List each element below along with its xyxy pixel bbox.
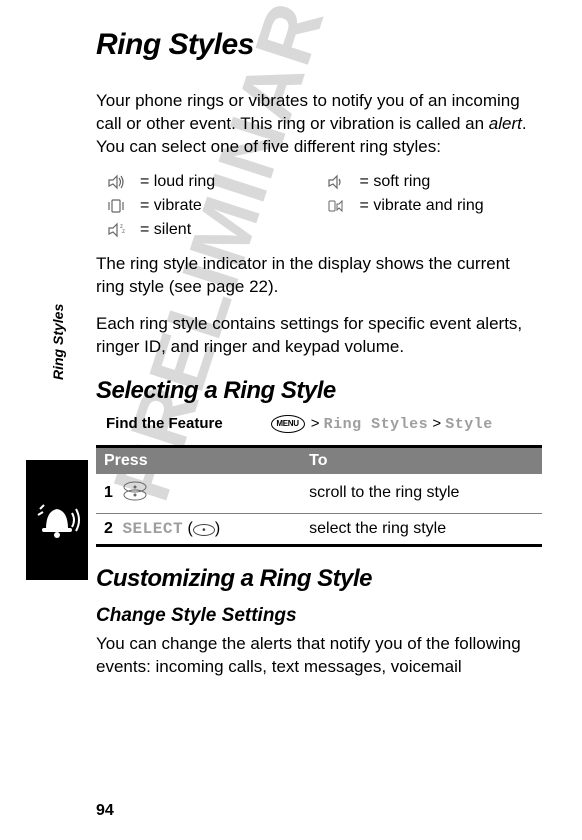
intro-lead: Your phone rings or vibrates to notify y… [96,91,520,133]
page-number: 94 [96,802,114,820]
menu-key-icon: MENU [271,415,305,433]
page-title: Ring Styles [96,28,542,62]
vibrate-label: = vibrate [140,197,274,215]
selecting-heading: Selecting a Ring Style [96,377,542,405]
svg-text:z: z [122,229,125,235]
vibrate-icon [106,197,126,215]
customizing-heading: Customizing a Ring Style [96,565,542,593]
intro-alert-word: alert [489,114,522,133]
ring-styles-grid: = loud ring = soft ring = vibrate = vibr… [106,173,542,239]
loud-ring-label: = loud ring [140,173,274,191]
step-number: 1 [104,484,118,502]
table-row: 1 scroll to the ring style [96,474,542,514]
silent-label: = silent [140,221,274,239]
path-style: Style [445,416,493,433]
col-to: To [301,446,542,474]
select-label: SELECT [122,520,183,538]
step-description: select the ring style [301,513,542,545]
side-tab-label: Ring Styles [50,304,66,380]
indicator-paragraph: The ring style indicator in the display … [96,253,542,299]
change-paragraph: You can change the alerts that notify yo… [96,633,542,679]
instruction-table: Press To 1 [96,445,542,547]
step-number: 2 [104,520,118,538]
silent-icon: zz [106,221,126,239]
main-content: Ring Styles Your phone rings or vibrates… [96,28,542,678]
change-settings-heading: Change Style Settings [96,605,542,627]
soft-ring-label: = soft ring [360,173,542,191]
soft-ring-icon [326,173,346,191]
path-sep-2: > [432,415,441,432]
intro-paragraph: Your phone rings or vibrates to notify y… [96,90,542,159]
find-feature-line: Find the Feature MENU > Ring Styles > St… [106,415,542,433]
scroll-key-icon [122,480,148,507]
loud-ring-icon [106,173,126,191]
col-press: Press [96,446,301,474]
find-feature-label: Find the Feature [106,415,223,432]
vibrate-ring-label: = vibrate and ring [360,197,542,215]
table-row: 2 SELECT (•) select the ring style [96,513,542,545]
path-ring-styles: Ring Styles [324,416,429,433]
side-bell-icon [26,460,88,580]
softkey-icon: • [193,524,215,536]
vibrate-ring-icon [326,197,346,215]
step-description: scroll to the ring style [301,474,542,514]
contains-paragraph: Each ring style contains settings for sp… [96,313,542,359]
path-sep-1: > [311,415,320,432]
